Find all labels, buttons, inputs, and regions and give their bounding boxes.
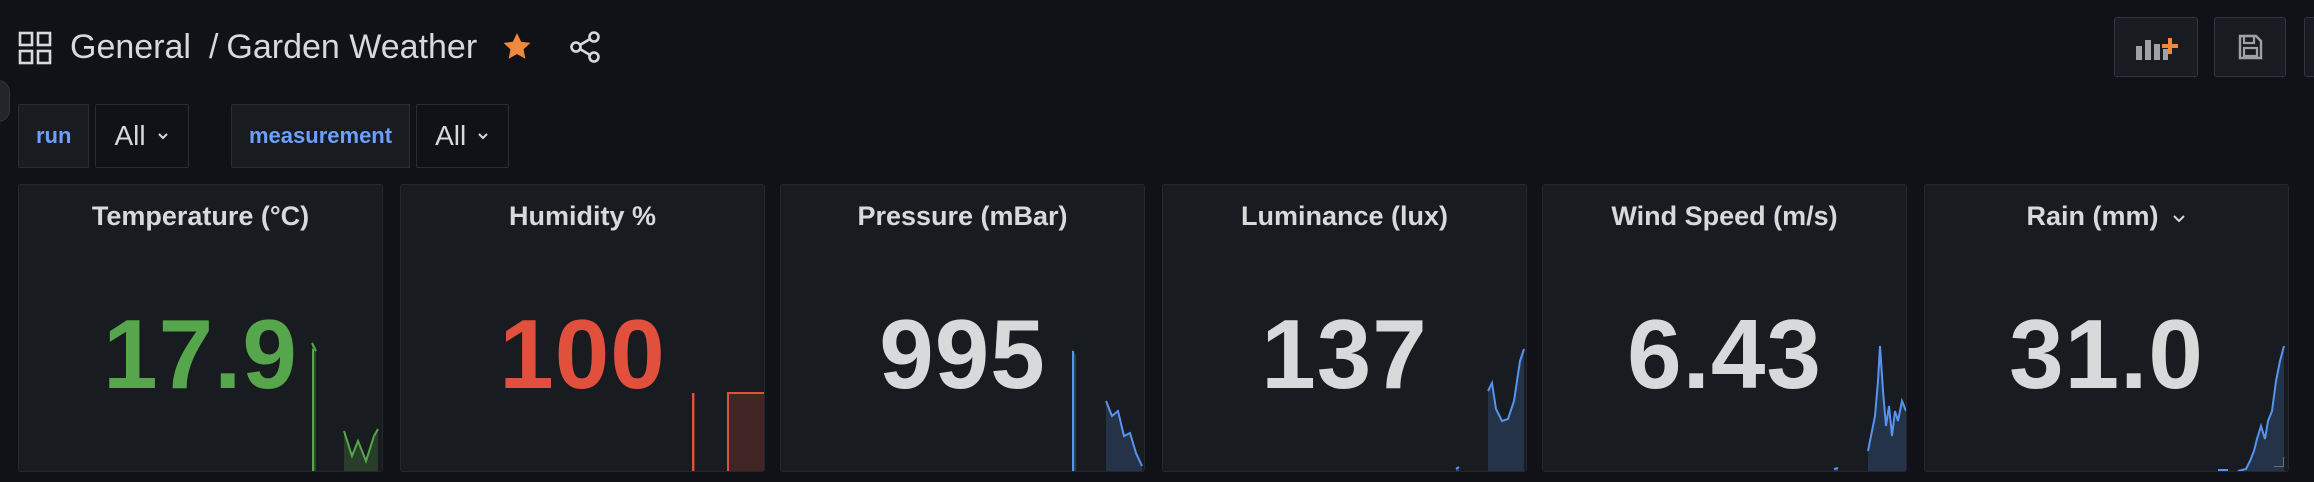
more-actions-button[interactable]: [2304, 17, 2314, 77]
panel-rain[interactable]: Rain (mm) 31.0: [1924, 184, 2289, 472]
sparkline: [311, 342, 379, 471]
sparkline: [1455, 348, 1525, 471]
chevron-down-icon: [478, 133, 488, 140]
breadcrumb-separator: /: [208, 27, 219, 66]
panel-temperature[interactable]: Temperature (°C) 17.9: [18, 184, 383, 472]
add-panel-icon: [2136, 38, 2178, 60]
panel-title[interactable]: Pressure (mBar): [781, 201, 1144, 232]
dashboard-title[interactable]: Garden Weather: [226, 28, 477, 67]
variable-select[interactable]: All: [416, 104, 510, 168]
variable-select[interactable]: All: [95, 104, 189, 168]
variable-label: measurement: [231, 104, 411, 168]
save-icon: [2238, 34, 2263, 60]
panel-title[interactable]: Rain (mm): [2026, 201, 2158, 231]
panel-title[interactable]: Humidity %: [401, 201, 764, 232]
panel-title[interactable]: Temperature (°C): [19, 201, 382, 232]
variable-value: All: [435, 120, 467, 151]
panel-title-row[interactable]: Rain (mm): [1925, 201, 2288, 232]
add-panel-button[interactable]: [2114, 17, 2198, 77]
apps-grid-icon[interactable]: [18, 31, 52, 65]
save-dashboard-button[interactable]: [2214, 17, 2286, 77]
variable-measurement: measurement All: [231, 104, 510, 168]
chevron-down-icon[interactable]: [2171, 210, 2187, 226]
panel-wind-speed[interactable]: Wind Speed (m/s) 6.43: [1542, 184, 1907, 472]
dashboard-header: General / Garden Weather: [0, 0, 2314, 96]
sparkline: [1072, 349, 1143, 471]
sparkline: [692, 392, 764, 471]
sparkline: [2218, 345, 2285, 471]
panel-title[interactable]: Wind Speed (m/s): [1543, 201, 1906, 232]
panel-humidity[interactable]: Humidity % 100: [400, 184, 765, 472]
panel-title[interactable]: Luminance (lux): [1163, 201, 1526, 232]
sidebar-toggle[interactable]: [0, 80, 10, 122]
variable-label: run: [18, 104, 90, 168]
sparkline: [1833, 345, 1906, 471]
breadcrumb-folder[interactable]: General: [70, 28, 191, 67]
breadcrumb: General / Garden Weather: [70, 22, 477, 72]
star-icon[interactable]: [500, 30, 534, 64]
variable-run: run All: [18, 104, 189, 168]
resize-handle-icon[interactable]: [2274, 457, 2284, 467]
variable-value: All: [114, 120, 146, 151]
panel-pressure[interactable]: Pressure (mBar) 995: [780, 184, 1145, 472]
panel-luminance[interactable]: Luminance (lux) 137: [1162, 184, 1527, 472]
share-icon[interactable]: [568, 30, 602, 64]
chevron-down-icon: [157, 133, 168, 140]
